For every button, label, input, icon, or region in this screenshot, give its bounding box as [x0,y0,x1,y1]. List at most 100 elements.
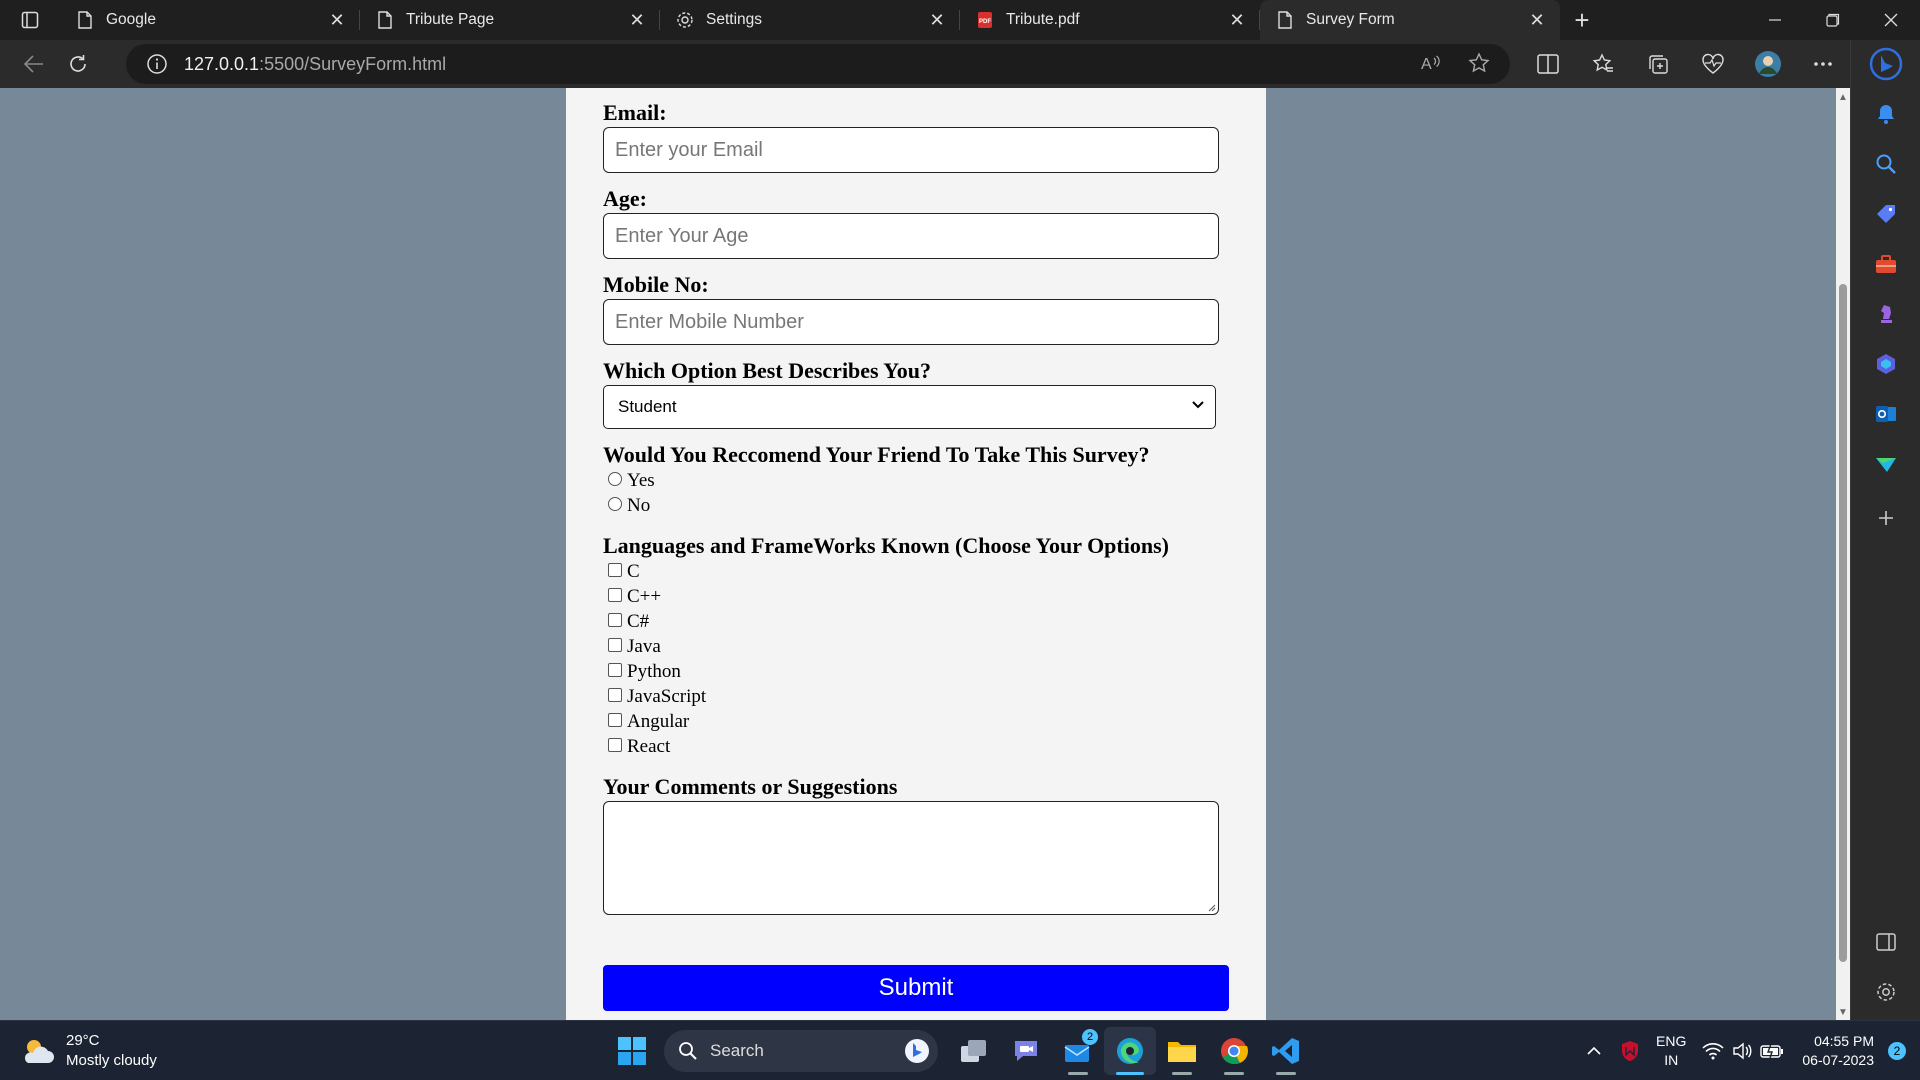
favorites-button[interactable] [1575,44,1630,84]
scroll-up-icon[interactable]: ▲ [1838,92,1848,103]
scroll-down-icon[interactable]: ▼ [1838,1007,1848,1018]
resize-grip-icon[interactable] [1206,902,1216,912]
scrollbar-thumb[interactable] [1839,284,1847,962]
collections-icon [1648,55,1668,74]
checkbox-option-c[interactable]: C [608,561,640,583]
checkbox-option-java[interactable]: Java [608,636,661,658]
workspaces-button[interactable] [0,0,60,40]
clock[interactable]: 04:55 PM 06-07-2023 [1802,1032,1874,1070]
tab-google[interactable]: Google ✕ [60,0,360,40]
add-sidebar-app-button[interactable] [1868,500,1904,536]
checkbox-option-angular[interactable]: Angular [608,711,689,733]
shopping-button[interactable] [1868,196,1904,232]
language-indicator[interactable]: ENG IN [1656,1032,1686,1070]
submit-button[interactable]: Submit [603,965,1229,1011]
collections-button[interactable] [1630,44,1685,84]
checkbox-option-csharp[interactable]: C# [608,611,649,633]
close-tab-icon[interactable]: ✕ [326,9,348,31]
tab-tribute-pdf[interactable]: PDF Tribute.pdf ✕ [960,0,1260,40]
vertical-scrollbar[interactable]: ▲ ▼ [1836,88,1850,1020]
radio-option-no[interactable]: No [608,495,650,517]
comments-textarea[interactable] [603,801,1219,915]
tab-survey-form[interactable]: Survey Form ✕ [1260,0,1560,40]
checkbox[interactable] [608,613,622,627]
checkbox[interactable] [608,588,622,602]
copilot-button[interactable] [1868,46,1904,82]
notification-badge[interactable]: 2 [1888,1042,1906,1060]
checkbox-option-javascript[interactable]: JavaScript [608,686,706,708]
heart-pulse-icon [1701,53,1724,74]
running-indicator [1276,1072,1296,1075]
checkbox[interactable] [608,688,622,702]
gear-icon [674,9,696,31]
svg-text:PDF: PDF [979,19,991,25]
close-window-button[interactable] [1862,0,1920,40]
checkbox-option-python[interactable]: Python [608,661,681,683]
checkbox-option-cpp[interactable]: C++ [608,586,661,608]
tab-settings[interactable]: Settings ✕ [660,0,960,40]
email-field[interactable] [603,127,1219,173]
start-button[interactable] [606,1027,658,1075]
new-tab-button[interactable]: + [1560,0,1604,40]
file-explorer-button[interactable] [1156,1027,1208,1075]
search-icon [1876,154,1896,174]
info-icon[interactable] [146,53,168,75]
weather-widget[interactable]: 29°C Mostly cloudy [20,1031,157,1071]
chevron-up-icon[interactable] [1586,1046,1602,1056]
mobile-field[interactable] [603,299,1219,345]
minimize-button[interactable] [1746,0,1804,40]
tab-label: Tribute Page [406,11,495,28]
mail-button[interactable]: 2 [1052,1027,1104,1075]
shield-icon[interactable] [1620,1040,1640,1062]
role-select[interactable]: Student [603,385,1216,429]
radio-button[interactable] [608,472,622,486]
teams-chat-button[interactable] [1000,1027,1052,1075]
favorite-star-icon[interactable] [1468,52,1490,74]
profile-button[interactable] [1740,44,1795,84]
checkbox-option-react[interactable]: React [608,736,670,758]
radio-label: No [627,495,651,516]
outlook-button[interactable] [1868,396,1904,432]
checkbox[interactable] [608,663,622,677]
radio-button[interactable] [608,497,622,511]
read-aloud-icon[interactable]: A [1420,52,1442,74]
task-view-button[interactable] [948,1027,1000,1075]
tools-button[interactable] [1868,246,1904,282]
microsoft-365-button[interactable] [1868,346,1904,382]
games-button[interactable] [1868,296,1904,332]
more-options-button[interactable] [1795,44,1850,84]
wifi-icon[interactable] [1702,1042,1724,1060]
search-sidebar-button[interactable] [1868,146,1904,182]
checkbox[interactable] [608,638,622,652]
notifications-button[interactable] [1868,96,1904,132]
radio-option-yes[interactable]: Yes [608,470,655,492]
checkbox[interactable] [608,738,622,752]
taskbar-search[interactable]: Search [664,1030,938,1072]
checkbox[interactable] [608,563,622,577]
restore-button[interactable] [1804,0,1862,40]
svg-text:A: A [1421,56,1432,73]
address-field[interactable]: 127.0.0.1:5500/SurveyForm.html A [126,44,1510,84]
page-icon [1274,9,1296,31]
edge-taskbar-button[interactable] [1104,1027,1156,1075]
chrome-button[interactable] [1208,1027,1260,1075]
refresh-button[interactable] [56,44,100,84]
age-field[interactable] [603,213,1219,259]
tab-tribute-page[interactable]: Tribute Page ✕ [360,0,660,40]
chat-icon [1015,1041,1037,1061]
battery-icon[interactable] [1760,1043,1784,1059]
browser-essentials-button[interactable] [1685,44,1740,84]
vscode-button[interactable] [1260,1027,1312,1075]
close-tab-icon[interactable]: ✕ [1526,9,1548,31]
drop-button[interactable] [1868,446,1904,482]
close-tab-icon[interactable]: ✕ [626,9,648,31]
split-screen-button[interactable] [1520,44,1575,84]
url-host: 127.0.0.1 [184,53,260,74]
back-button[interactable] [12,44,56,84]
volume-icon[interactable] [1732,1042,1752,1060]
close-tab-icon[interactable]: ✕ [926,9,948,31]
hide-sidebar-button[interactable] [1868,924,1904,960]
close-tab-icon[interactable]: ✕ [1226,9,1248,31]
sidebar-settings-button[interactable] [1868,974,1904,1010]
checkbox[interactable] [608,713,622,727]
